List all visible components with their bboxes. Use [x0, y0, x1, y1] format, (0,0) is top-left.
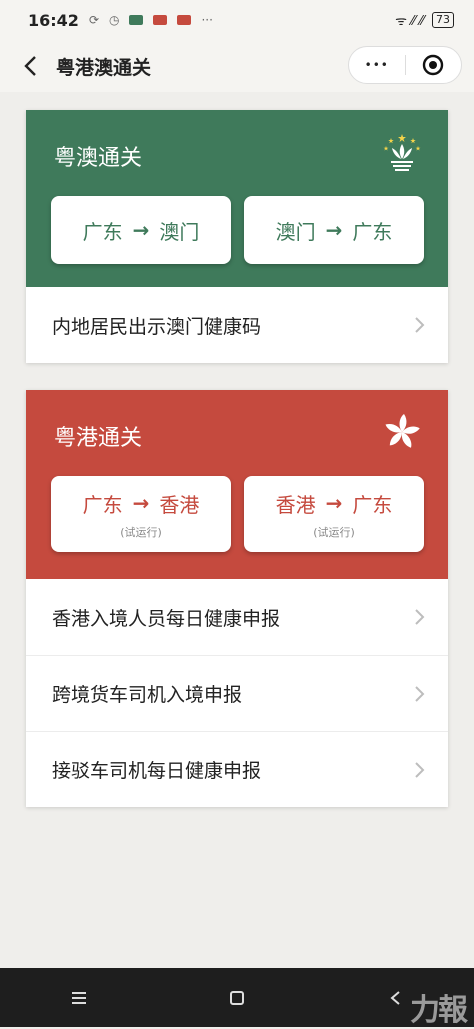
more-notifications: ··· — [201, 13, 213, 27]
macau-card-header: 粤澳通关 广东 → 澳门 澳门 → 广东 — [26, 110, 448, 287]
route-from: 广东 — [82, 219, 123, 244]
clock-icon: ◷ — [109, 13, 120, 27]
title-bar: 粤港澳通关 ••• — [0, 40, 474, 92]
system-nav-bar — [0, 968, 474, 1027]
status-bar: 16:42 ⟳ ◷ ··· ᯤ ⁄⁄ ⁄⁄ 73 — [0, 0, 474, 40]
route-from: 澳门 — [275, 219, 316, 244]
route-label: 香港 → 广东 — [276, 489, 393, 518]
notification-icon — [129, 15, 144, 25]
list-item-shuttle-driver-declaration[interactable]: 接驳车司机每日健康申报 — [26, 731, 448, 807]
list-item-label: 接驳车司机每日健康申报 — [52, 760, 262, 782]
route-to: 香港 — [159, 492, 200, 517]
home-nav-button[interactable] — [207, 978, 267, 1018]
page-title: 粤港澳通关 — [56, 56, 152, 79]
route-from: 广东 — [82, 492, 123, 517]
trial-run-note: (试运行) — [120, 525, 162, 539]
notification-icon — [177, 15, 192, 25]
miniprogram-capsule: ••• — [348, 46, 462, 84]
notification-icon — [153, 15, 168, 25]
menu-nav-button[interactable] — [49, 978, 109, 1018]
list-item-label: 跨境货车司机入境申报 — [52, 684, 243, 706]
chevron-right-icon — [415, 686, 425, 702]
signal-icons: ᯤ ⁄⁄ ⁄⁄ — [395, 14, 424, 29]
route-label: 澳门 → 广东 — [276, 216, 393, 245]
back-button[interactable] — [8, 44, 52, 88]
list-item-hk-daily-health-declaration[interactable]: 香港入境人员每日健康申报 — [26, 579, 448, 655]
chevron-right-icon — [415, 762, 425, 778]
chevron-right-icon — [415, 317, 425, 333]
bauhinia-icon — [385, 414, 420, 448]
macau-card-title: 粤澳通关 — [54, 146, 143, 171]
chevron-left-icon — [24, 56, 36, 76]
route-label: 广东 → 澳门 — [83, 216, 200, 245]
route-label: 广东 → 香港 — [83, 489, 200, 518]
hongkong-card-title: 粤港通关 — [54, 426, 143, 451]
more-button[interactable]: ••• — [349, 47, 405, 83]
status-right: ᯤ ⁄⁄ ⁄⁄ 73 — [395, 11, 454, 29]
arrow-right-icon: → — [325, 491, 343, 515]
route-from: 香港 — [275, 492, 316, 517]
route-to: 澳门 — [159, 219, 200, 244]
hongkong-card-header: 粤港通关 广东 → 香港 (试运行) 香港 → 广东 (试运行) — [26, 390, 448, 579]
home-square-icon — [230, 990, 244, 1005]
list-item-label: 香港入境人员每日健康申报 — [52, 607, 281, 630]
arrow-right-icon: → — [325, 218, 343, 242]
back-triangle-icon — [390, 990, 400, 1005]
watermark-logo: 力報 — [410, 993, 468, 1028]
route-to: 广东 — [352, 219, 393, 244]
trial-run-note: (试运行) — [313, 525, 355, 539]
macau-lotus-icon — [383, 134, 421, 171]
sync-icon: ⟳ — [88, 13, 99, 27]
chevron-right-icon — [415, 609, 425, 625]
arrow-right-icon: → — [132, 218, 150, 242]
status-time: 16:42 — [28, 10, 79, 30]
list-item-macau-health-code[interactable]: 内地居民出示澳门健康码 — [26, 287, 448, 363]
hongkong-card: 粤港通关 广东 → 香港 (试运行) 香港 → 广东 (试运行) 香港入境人员每… — [26, 390, 448, 807]
status-left: 16:42 ⟳ ◷ ··· — [28, 11, 213, 30]
list-item-truck-driver-declaration[interactable]: 跨境货车司机入境申报 — [26, 655, 448, 731]
route-to: 广东 — [352, 492, 393, 517]
macau-card: 粤澳通关 广东 → 澳门 澳门 → 广东 内地居民出示澳门健康码 — [26, 110, 448, 363]
list-item-label: 内地居民出示澳门健康码 — [52, 315, 262, 338]
close-target-icon — [423, 54, 444, 76]
close-button[interactable] — [406, 47, 462, 83]
more-icon: ••• — [364, 58, 389, 72]
menu-icon — [72, 991, 86, 1004]
battery-icon: 73 — [432, 12, 454, 28]
route-guangdong-to-hongkong-button[interactable]: 广东 → 香港 (试运行) — [51, 476, 231, 552]
route-hongkong-to-guangdong-button[interactable]: 香港 → 广东 (试运行) — [244, 476, 424, 552]
arrow-right-icon: → — [132, 491, 150, 515]
route-guangdong-to-macau-button[interactable]: 广东 → 澳门 — [51, 196, 231, 264]
route-macau-to-guangdong-button[interactable]: 澳门 → 广东 — [244, 196, 424, 264]
